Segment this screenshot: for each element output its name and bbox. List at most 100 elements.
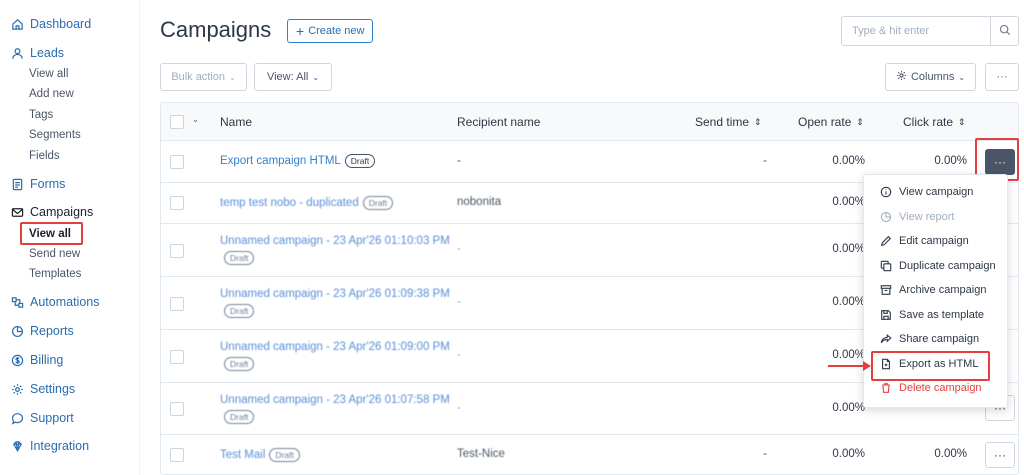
row-checkbox[interactable] bbox=[170, 402, 184, 416]
more-options-button[interactable]: ··· bbox=[985, 63, 1019, 91]
menu-item-delete-campaign[interactable]: Delete campaign bbox=[880, 382, 982, 394]
sidebar-item-label: Settings bbox=[30, 382, 76, 396]
sidebar-subitem-leads-view-all[interactable]: View all bbox=[29, 68, 68, 80]
status-badge: Draft bbox=[269, 447, 300, 462]
menu-item-label: Duplicate campaign bbox=[899, 260, 996, 272]
chevron-down-icon: ⌄ bbox=[958, 72, 966, 82]
create-new-button[interactable]: + Create new bbox=[287, 19, 374, 43]
open-rate-cell: 0.00% bbox=[832, 243, 865, 255]
sidebar-item-label: Leads bbox=[30, 46, 65, 60]
row-checkbox[interactable] bbox=[170, 155, 184, 169]
search-input[interactable] bbox=[842, 25, 990, 37]
column-label: Open rate bbox=[798, 115, 852, 129]
select-all-checkbox[interactable] bbox=[170, 115, 184, 129]
automation-icon bbox=[10, 295, 24, 309]
menu-item-view-campaign[interactable]: View campaign bbox=[880, 186, 973, 198]
recipient-cell: nobonita bbox=[457, 196, 502, 208]
sidebar-item-integration[interactable]: Integration bbox=[10, 439, 89, 453]
sidebar-item-billing[interactable]: Billing bbox=[10, 353, 63, 367]
bulk-action-dropdown[interactable]: Bulk action ⌄ bbox=[160, 63, 247, 91]
row-checkbox[interactable] bbox=[170, 244, 184, 258]
sidebar-subitem-fields[interactable]: Fields bbox=[29, 150, 60, 162]
sidebar-subitem-add-new[interactable]: Add new bbox=[29, 88, 74, 100]
sidebar-item-support[interactable]: Support bbox=[10, 411, 74, 425]
menu-item-label: View report bbox=[899, 211, 955, 223]
mail-icon bbox=[10, 205, 24, 219]
menu-item-view-report: View report bbox=[880, 211, 954, 223]
sidebar: Dashboard Leads View all Add new Tags Se… bbox=[0, 0, 140, 475]
trash-icon bbox=[880, 382, 892, 394]
column-header-click-rate[interactable]: Click rate ⇕ bbox=[903, 115, 966, 129]
campaign-name-link[interactable]: Unnamed campaign - 23 Apr'26 01:10:03 PM… bbox=[220, 233, 450, 267]
send-time-cell: - bbox=[763, 448, 767, 460]
recipient-cell: - bbox=[457, 243, 461, 255]
sidebar-item-label: Campaigns bbox=[30, 205, 94, 219]
menu-item-share-campaign[interactable]: Share campaign bbox=[880, 333, 979, 345]
view-filter-label: View: All bbox=[266, 71, 309, 83]
user-icon bbox=[10, 46, 24, 60]
sidebar-item-automations[interactable]: Automations bbox=[10, 295, 99, 309]
status-badge: Draft bbox=[224, 356, 255, 371]
sidebar-item-label: Dashboard bbox=[30, 17, 92, 31]
column-header-open-rate[interactable]: Open rate ⇕ bbox=[798, 115, 864, 129]
menu-item-label: View campaign bbox=[899, 186, 974, 198]
column-label: Name bbox=[220, 115, 253, 129]
sidebar-subitem-send-new[interactable]: Send new bbox=[29, 248, 80, 260]
campaign-name-link[interactable]: Unnamed campaign - 23 Apr'26 01:07:58 PM… bbox=[220, 392, 450, 426]
bulk-action-label: Bulk action bbox=[171, 71, 226, 83]
highlight-box bbox=[871, 351, 990, 381]
menu-item-edit-campaign[interactable]: Edit campaign bbox=[880, 235, 969, 247]
column-header-recipient[interactable]: Recipient name bbox=[457, 115, 540, 129]
sidebar-subitem-segments[interactable]: Segments bbox=[29, 129, 81, 141]
campaign-name-link[interactable]: temp test nobo - duplicated Draft bbox=[220, 195, 450, 212]
status-badge: Draft bbox=[344, 153, 376, 168]
campaign-name-link[interactable]: Unnamed campaign - 23 Apr'26 01:09:38 PM… bbox=[220, 286, 450, 320]
campaign-name-link[interactable]: Unnamed campaign - 23 Apr'26 01:09:00 PM… bbox=[220, 339, 450, 373]
sort-icon: ⇕ bbox=[856, 116, 864, 127]
search-icon bbox=[999, 24, 1011, 39]
chevron-down-icon[interactable]: ⌄ bbox=[192, 115, 199, 124]
menu-item-label: Save as template bbox=[899, 309, 984, 321]
recipient-cell: - bbox=[457, 296, 461, 308]
table-row[interactable]: Test Mail Draft Test-Nice - 0.00% 0.00% ·… bbox=[161, 435, 1018, 474]
arrow-icon bbox=[828, 361, 871, 371]
sidebar-item-forms[interactable]: Forms bbox=[10, 177, 65, 191]
column-header-send-time[interactable]: Send time ⇕ bbox=[695, 115, 762, 129]
sidebar-item-label: Automations bbox=[30, 295, 100, 309]
row-checkbox[interactable] bbox=[170, 350, 184, 364]
sidebar-item-leads[interactable]: Leads bbox=[10, 46, 64, 60]
recipient-cell: - bbox=[457, 402, 461, 414]
sidebar-subitem-campaigns-view-all[interactable]: View all bbox=[29, 228, 71, 240]
columns-dropdown[interactable]: Columns ⌄ bbox=[885, 63, 976, 91]
sidebar-item-settings[interactable]: Settings bbox=[10, 382, 75, 396]
campaign-name-link[interactable]: Test Mail Draft bbox=[220, 447, 450, 464]
pencil-icon bbox=[880, 235, 892, 247]
click-rate-cell: 0.00% bbox=[934, 448, 967, 460]
menu-item-duplicate-campaign[interactable]: Duplicate campaign bbox=[880, 260, 996, 272]
save-icon bbox=[880, 309, 892, 321]
share-icon bbox=[880, 333, 892, 345]
sidebar-subitem-tags[interactable]: Tags bbox=[29, 109, 53, 121]
view-filter-dropdown[interactable]: View: All ⌄ bbox=[254, 63, 332, 91]
copy-icon bbox=[880, 260, 892, 272]
row-checkbox[interactable] bbox=[170, 196, 184, 210]
row-checkbox[interactable] bbox=[170, 448, 184, 462]
columns-label: Columns bbox=[910, 71, 955, 83]
menu-item-save-as-template[interactable]: Save as template bbox=[880, 309, 984, 321]
more-icon: ··· bbox=[996, 71, 1008, 83]
recipient-cell: - bbox=[457, 155, 461, 167]
sidebar-item-dashboard[interactable]: Dashboard bbox=[10, 17, 91, 31]
row-checkbox[interactable] bbox=[170, 297, 184, 311]
row-actions-button[interactable]: ··· bbox=[985, 442, 1015, 468]
sort-icon: ⇕ bbox=[958, 116, 966, 127]
open-rate-cell: 0.00% bbox=[832, 196, 865, 208]
sidebar-subitem-templates[interactable]: Templates bbox=[29, 268, 81, 280]
sidebar-item-reports[interactable]: Reports bbox=[10, 324, 74, 338]
column-header-name[interactable]: Name bbox=[220, 115, 252, 129]
status-badge: Draft bbox=[224, 303, 255, 318]
search-button[interactable] bbox=[990, 17, 1018, 45]
sidebar-item-campaigns[interactable]: Campaigns bbox=[10, 205, 93, 219]
menu-item-archive-campaign[interactable]: Archive campaign bbox=[880, 284, 986, 296]
campaign-name-link[interactable]: Export campaign HTML Draft bbox=[220, 153, 450, 170]
chevron-down-icon: ⌄ bbox=[229, 72, 236, 82]
